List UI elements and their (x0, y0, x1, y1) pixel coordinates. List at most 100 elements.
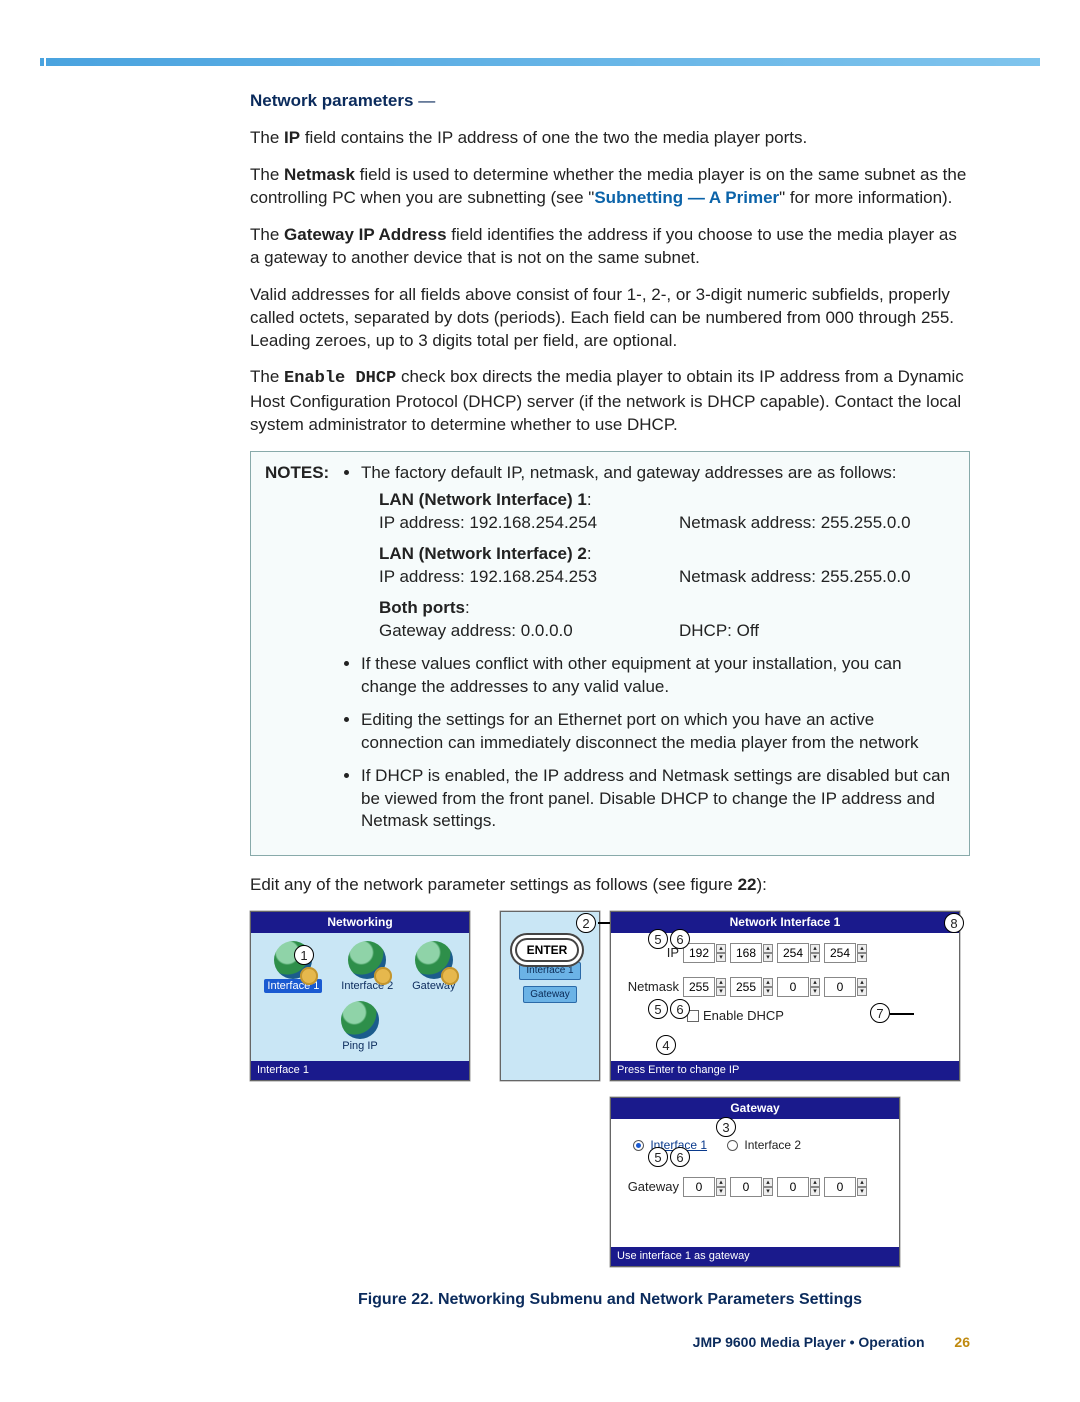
spin-down-icon[interactable]: ▾ (763, 1187, 773, 1196)
ip-input[interactable] (777, 943, 809, 963)
both-gw: Gateway address: 0.0.0.0 (379, 620, 679, 643)
spin-up-icon[interactable]: ▴ (857, 944, 867, 953)
spin-up-icon[interactable]: ▴ (810, 978, 820, 987)
para-netmask: The Netmask field is used to determine w… (250, 164, 970, 210)
spin-down-icon[interactable]: ▾ (857, 953, 867, 962)
gw-input[interactable] (730, 1177, 762, 1197)
lan1-nm: Netmask address: 255.255.0.0 (679, 512, 911, 535)
nm-octet-4[interactable]: ▴▾ (824, 977, 867, 997)
subnetting-link[interactable]: Subnetting — A Primer (594, 188, 779, 207)
lead-line (890, 1013, 914, 1015)
both-title: Both ports (379, 598, 465, 617)
ip-input[interactable] (824, 943, 856, 963)
ip-octet-4[interactable]: ▴▾ (824, 943, 867, 963)
para-valid-addresses: Valid addresses for all fields above con… (250, 284, 970, 353)
spin-up-icon[interactable]: ▴ (763, 978, 773, 987)
t: " for more information). (779, 188, 952, 207)
gw-radio-if1[interactable] (633, 1140, 644, 1151)
edit-instruction: Edit any of the network parameter settin… (250, 874, 970, 897)
spin-up-icon[interactable]: ▴ (857, 978, 867, 987)
ip-input[interactable] (730, 943, 762, 963)
spin-down-icon[interactable]: ▾ (763, 987, 773, 996)
notes-box: NOTES: The factory default IP, netmask, … (250, 451, 970, 856)
gateway-icon[interactable]: Gateway (412, 941, 455, 994)
ip-octet-3[interactable]: ▴▾ (777, 943, 820, 963)
t: Netmask (284, 165, 355, 184)
nm-octet-1[interactable]: ▴▾ (683, 977, 726, 997)
gw-input[interactable] (777, 1177, 809, 1197)
nm-input[interactable] (730, 977, 762, 997)
gw-title: Gateway (611, 1098, 899, 1118)
interface-2-icon[interactable]: Interface 2 (341, 941, 393, 994)
spin-down-icon[interactable]: ▾ (763, 953, 773, 962)
t: Networking Submenu and Network Parameter… (434, 1291, 863, 1308)
spin-down-icon[interactable]: ▾ (810, 987, 820, 996)
globe-icon (415, 941, 453, 979)
spin-up-icon[interactable]: ▴ (857, 1178, 867, 1187)
globe-icon (341, 1001, 379, 1039)
gw-status: Use interface 1 as gateway (611, 1247, 899, 1266)
spin-down-icon[interactable]: ▾ (716, 953, 726, 962)
heading-text: Network parameters (250, 91, 413, 110)
gw-radio-if2[interactable] (727, 1140, 738, 1151)
callout-8: 8 (944, 913, 964, 933)
footer: JMP 9600 Media Player • Operation 26 (250, 1333, 970, 1352)
ni1-status: Press Enter to change IP (611, 1061, 959, 1080)
gateway-panel: Gateway Interface 1 Interface 2 Gateway … (610, 1097, 900, 1267)
t: The (250, 225, 284, 244)
spin-up-icon[interactable]: ▴ (763, 1178, 773, 1187)
spin-down-icon[interactable]: ▾ (810, 1187, 820, 1196)
globe-icon (348, 941, 386, 979)
nm-input[interactable] (824, 977, 856, 997)
networking-panel: Networking Interface 1 Interface 2 Gatew… (250, 911, 470, 1081)
spin-up-icon[interactable]: ▴ (810, 1178, 820, 1187)
t: field contains the IP address of one the… (300, 128, 807, 147)
gw-label: Gateway (623, 1178, 679, 1196)
enter-button[interactable]: ENTER (510, 933, 584, 967)
gw-octet-3[interactable]: ▴▾ (777, 1177, 820, 1197)
networking-title: Networking (251, 912, 469, 932)
spin-down-icon[interactable]: ▾ (857, 1187, 867, 1196)
spin-down-icon[interactable]: ▾ (716, 987, 726, 996)
nm-octet-2[interactable]: ▴▾ (730, 977, 773, 997)
section-heading: Network parameters — (250, 90, 970, 113)
gear-icon (374, 967, 392, 985)
t: ): (757, 875, 767, 894)
t: The (250, 128, 284, 147)
note-dhcp-disabled: If DHCP is enabled, the IP address and N… (361, 765, 955, 834)
spin-up-icon[interactable]: ▴ (716, 944, 726, 953)
spin-down-icon[interactable]: ▾ (857, 987, 867, 996)
gw-if2-label[interactable]: Interface 2 (744, 1138, 801, 1152)
gw-input[interactable] (683, 1177, 715, 1197)
note-defaults: The factory default IP, netmask, and gat… (361, 462, 955, 643)
spin-up-icon[interactable]: ▴ (810, 944, 820, 953)
gw-octet-1[interactable]: ▴▾ (683, 1177, 726, 1197)
ip-input[interactable] (683, 943, 715, 963)
nm-input[interactable] (777, 977, 809, 997)
note-disconnect: Editing the settings for an Ethernet por… (361, 709, 955, 755)
netmask-label: Netmask (623, 978, 679, 996)
ip-octet-2[interactable]: ▴▾ (730, 943, 773, 963)
spin-down-icon[interactable]: ▾ (810, 953, 820, 962)
ip-octet-1[interactable]: ▴▾ (683, 943, 726, 963)
para-ip: The IP field contains the IP address of … (250, 127, 970, 150)
spin-up-icon[interactable]: ▴ (716, 1178, 726, 1187)
spin-down-icon[interactable]: ▾ (716, 1187, 726, 1196)
gw-octet-4[interactable]: ▴▾ (824, 1177, 867, 1197)
gw-input[interactable] (824, 1177, 856, 1197)
gw-octet-2[interactable]: ▴▾ (730, 1177, 773, 1197)
t: IP (284, 128, 300, 147)
interface-1-icon[interactable]: Interface 1 (264, 941, 322, 994)
spin-up-icon[interactable]: ▴ (716, 978, 726, 987)
figure-caption: Figure 22. Networking Submenu and Networ… (250, 1289, 970, 1311)
dhcp-label: Enable DHCP (703, 1008, 784, 1023)
ping-ip-icon[interactable]: Ping IP (341, 1001, 379, 1054)
nm-octet-3[interactable]: ▴▾ (777, 977, 820, 997)
figure-ref[interactable]: 22 (738, 875, 757, 894)
t: The factory default IP, netmask, and gat… (361, 463, 896, 482)
nm-input[interactable] (683, 977, 715, 997)
spin-up-icon[interactable]: ▴ (763, 944, 773, 953)
footer-text: JMP 9600 Media Player • Operation (693, 1334, 925, 1350)
ping-label: Ping IP (342, 1039, 377, 1054)
badge-gateway[interactable]: Gateway (523, 986, 576, 1004)
